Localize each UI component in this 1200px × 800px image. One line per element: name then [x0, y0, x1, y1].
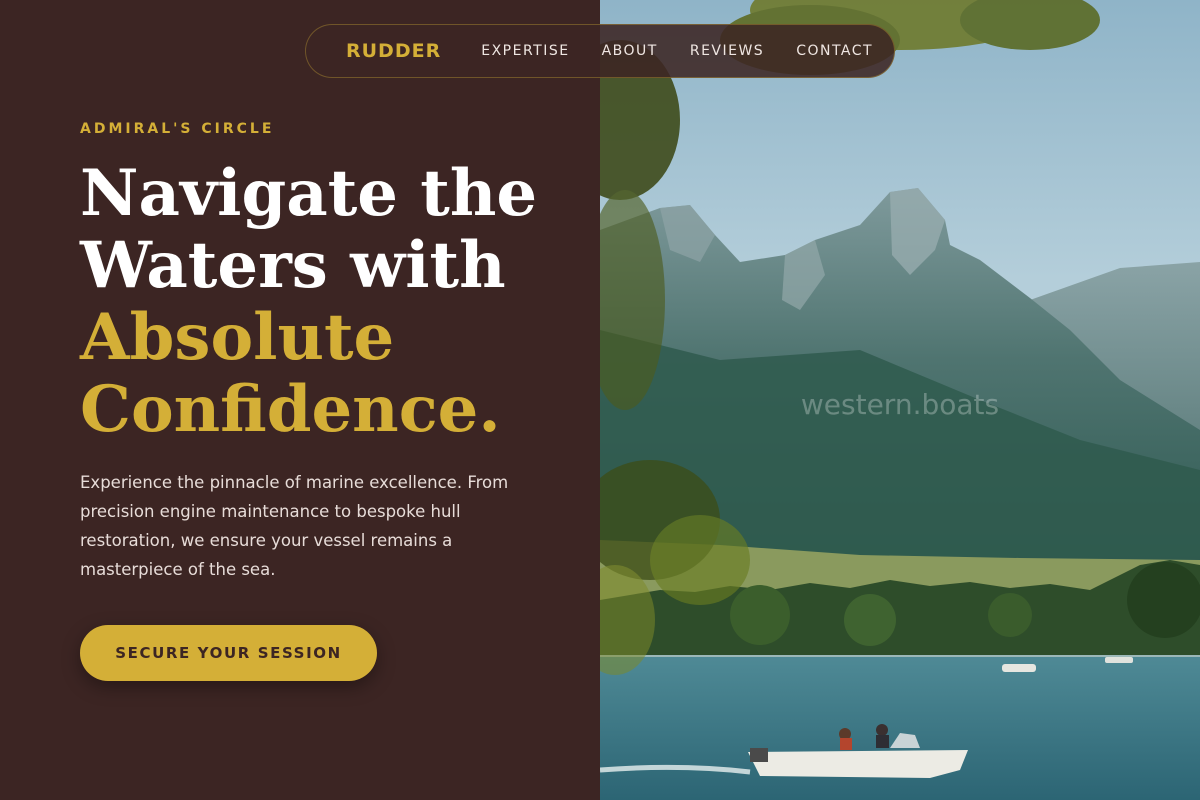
- headline-line-1: Navigate the: [80, 156, 538, 231]
- lake-mountain-image: [600, 0, 1200, 800]
- brand-logo[interactable]: RUDDER: [346, 40, 441, 62]
- hero-photo: western.boats: [600, 0, 1200, 800]
- hero-description: Experience the pinnacle of marine excell…: [80, 473, 509, 579]
- nav-link-contact[interactable]: CONTACT: [796, 43, 873, 59]
- headline-line-4: Confidence.: [80, 372, 501, 447]
- headline-line-3: Absolute: [80, 300, 395, 375]
- nav-link-about[interactable]: ABOUT: [602, 43, 658, 59]
- headline-line-2: Waters with: [80, 228, 506, 303]
- nav-links: EXPERTISE ABOUT REVIEWS CONTACT: [481, 43, 873, 59]
- top-navigation: RUDDER EXPERTISE ABOUT REVIEWS CONTACT: [305, 24, 895, 78]
- secure-session-button[interactable]: SECURE YOUR SESSION: [80, 625, 377, 681]
- nav-link-expertise[interactable]: EXPERTISE: [481, 43, 569, 59]
- hero-text-panel: ADMIRAL'S CIRCLE Navigate the Waters wit…: [0, 0, 600, 800]
- nav-link-reviews[interactable]: REVIEWS: [690, 43, 764, 59]
- hero-eyebrow: ADMIRAL'S CIRCLE: [80, 121, 275, 137]
- hero-headline: Navigate the Waters with Absolute Confid…: [80, 158, 580, 446]
